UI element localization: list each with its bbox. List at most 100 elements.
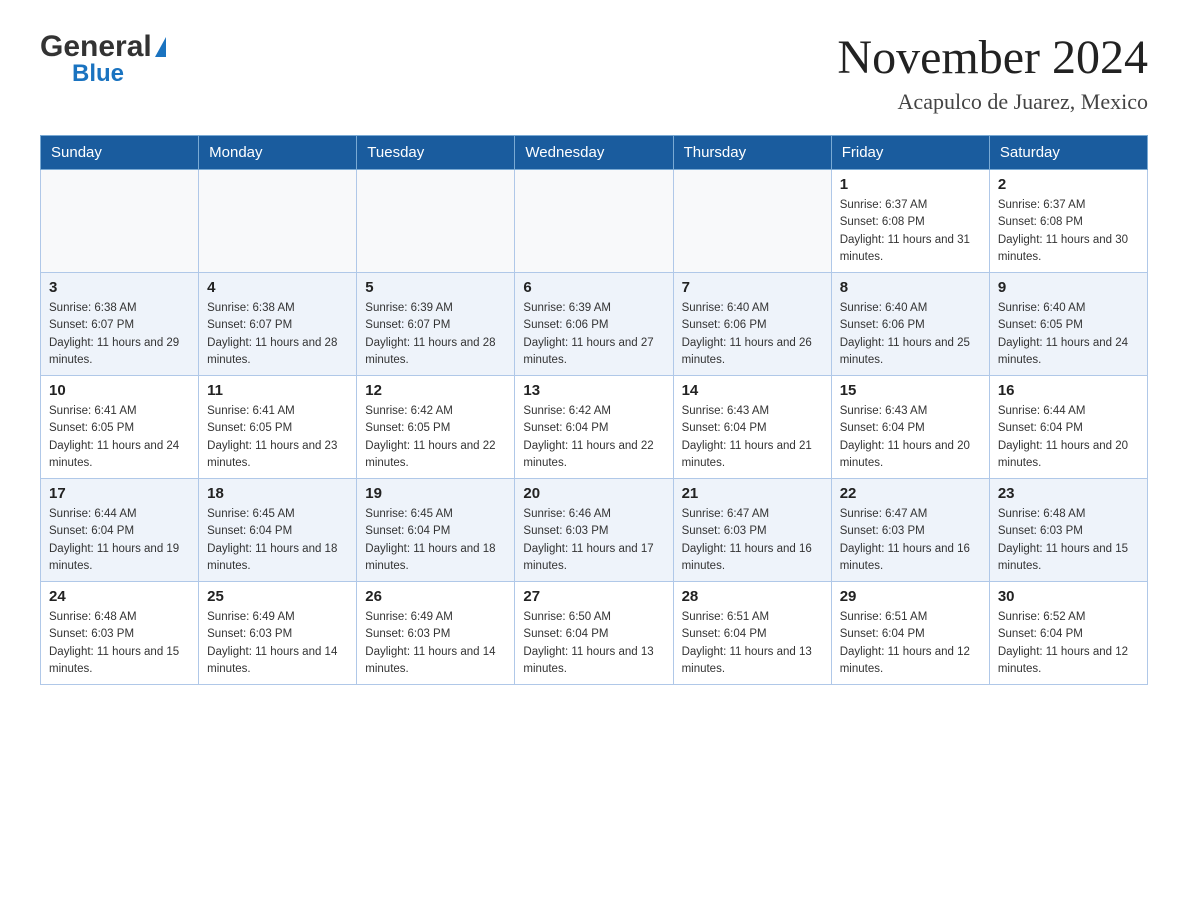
day-info: Sunrise: 6:38 AM Sunset: 6:07 PM Dayligh… xyxy=(49,300,190,369)
day-info: Sunrise: 6:37 AM Sunset: 6:08 PM Dayligh… xyxy=(998,197,1139,266)
table-row: 2 Sunrise: 6:37 AM Sunset: 6:08 PM Daylig… xyxy=(989,170,1147,273)
day-info: Sunrise: 6:40 AM Sunset: 6:05 PM Dayligh… xyxy=(998,300,1139,369)
table-row: 19 Sunrise: 6:45 AM Sunset: 6:04 PM Dayli… xyxy=(357,479,515,582)
table-row: 24 Sunrise: 6:48 AM Sunset: 6:03 PM Dayli… xyxy=(41,582,199,685)
table-row: 23Sunrise: 6:48 AM Sunset: 6:03 PM Dayli… xyxy=(989,479,1147,582)
day-number: 9 xyxy=(998,279,1139,296)
day-info: Sunrise: 6:51 AM Sunset: 6:04 PM Dayligh… xyxy=(682,609,823,678)
day-info: Sunrise: 6:44 AM Sunset: 6:04 PM Dayligh… xyxy=(49,506,190,575)
day-info: Sunrise: 6:45 AM Sunset: 6:04 PM Dayligh… xyxy=(365,506,506,575)
day-number: 25 xyxy=(207,588,348,605)
day-number: 16 xyxy=(998,382,1139,399)
calendar-table: Sunday Monday Tuesday Wednesday Thursday… xyxy=(40,135,1148,685)
day-number: 26 xyxy=(365,588,506,605)
day-number: 12 xyxy=(365,382,506,399)
day-number: 1 xyxy=(840,176,981,193)
day-number: 8 xyxy=(840,279,981,296)
calendar-week-row: 17 Sunrise: 6:44 AM Sunset: 6:04 PM Dayli… xyxy=(41,479,1148,582)
day-number: 17 xyxy=(49,485,190,502)
day-info: Sunrise: 6:43 AM Sunset: 6:04 PM Dayligh… xyxy=(840,403,981,472)
day-number: 18 xyxy=(207,485,348,502)
day-number: 7 xyxy=(682,279,823,296)
table-row xyxy=(673,170,831,273)
table-row: 20Sunrise: 6:46 AM Sunset: 6:03 PM Dayli… xyxy=(515,479,673,582)
table-row: 10Sunrise: 6:41 AM Sunset: 6:05 PM Dayli… xyxy=(41,376,199,479)
day-info: Sunrise: 6:44 AM Sunset: 6:04 PM Dayligh… xyxy=(998,403,1139,472)
day-info: Sunrise: 6:41 AM Sunset: 6:05 PM Dayligh… xyxy=(49,403,190,472)
day-info: Sunrise: 6:52 AM Sunset: 6:04 PM Dayligh… xyxy=(998,609,1139,678)
table-row: 4Sunrise: 6:38 AM Sunset: 6:07 PM Daylig… xyxy=(199,273,357,376)
day-number: 23 xyxy=(998,485,1139,502)
day-number: 5 xyxy=(365,279,506,296)
table-row: 8 Sunrise: 6:40 AM Sunset: 6:06 PM Daylig… xyxy=(831,273,989,376)
day-info: Sunrise: 6:42 AM Sunset: 6:05 PM Dayligh… xyxy=(365,403,506,472)
day-number: 22 xyxy=(840,485,981,502)
col-friday: Friday xyxy=(831,136,989,170)
day-info: Sunrise: 6:41 AM Sunset: 6:05 PM Dayligh… xyxy=(207,403,348,472)
day-info: Sunrise: 6:39 AM Sunset: 6:07 PM Dayligh… xyxy=(365,300,506,369)
table-row: 1 Sunrise: 6:37 AM Sunset: 6:08 PM Daylig… xyxy=(831,170,989,273)
table-row: 29 Sunrise: 6:51 AM Sunset: 6:04 PM Dayli… xyxy=(831,582,989,685)
day-number: 6 xyxy=(523,279,664,296)
table-row: 28Sunrise: 6:51 AM Sunset: 6:04 PM Dayli… xyxy=(673,582,831,685)
table-row: 26 Sunrise: 6:49 AM Sunset: 6:03 PM Dayli… xyxy=(357,582,515,685)
table-row: 18 Sunrise: 6:45 AM Sunset: 6:04 PM Dayli… xyxy=(199,479,357,582)
day-info: Sunrise: 6:40 AM Sunset: 6:06 PM Dayligh… xyxy=(682,300,823,369)
calendar-week-row: 3 Sunrise: 6:38 AM Sunset: 6:07 PM Daylig… xyxy=(41,273,1148,376)
day-number: 14 xyxy=(682,382,823,399)
table-row: 21Sunrise: 6:47 AM Sunset: 6:03 PM Dayli… xyxy=(673,479,831,582)
table-row xyxy=(41,170,199,273)
day-number: 2 xyxy=(998,176,1139,193)
day-info: Sunrise: 6:37 AM Sunset: 6:08 PM Dayligh… xyxy=(840,197,981,266)
calendar-header-row: Sunday Monday Tuesday Wednesday Thursday… xyxy=(41,136,1148,170)
day-info: Sunrise: 6:51 AM Sunset: 6:04 PM Dayligh… xyxy=(840,609,981,678)
day-info: Sunrise: 6:43 AM Sunset: 6:04 PM Dayligh… xyxy=(682,403,823,472)
col-wednesday: Wednesday xyxy=(515,136,673,170)
day-number: 29 xyxy=(840,588,981,605)
day-number: 3 xyxy=(49,279,190,296)
day-info: Sunrise: 6:38 AM Sunset: 6:07 PM Dayligh… xyxy=(207,300,348,369)
calendar-week-row: 1 Sunrise: 6:37 AM Sunset: 6:08 PM Daylig… xyxy=(41,170,1148,273)
table-row: 14 Sunrise: 6:43 AM Sunset: 6:04 PM Dayli… xyxy=(673,376,831,479)
day-number: 21 xyxy=(682,485,823,502)
col-sunday: Sunday xyxy=(41,136,199,170)
day-number: 19 xyxy=(365,485,506,502)
table-row: 9 Sunrise: 6:40 AM Sunset: 6:05 PM Daylig… xyxy=(989,273,1147,376)
table-row: 3 Sunrise: 6:38 AM Sunset: 6:07 PM Daylig… xyxy=(41,273,199,376)
table-row: 22 Sunrise: 6:47 AM Sunset: 6:03 PM Dayli… xyxy=(831,479,989,582)
col-saturday: Saturday xyxy=(989,136,1147,170)
day-info: Sunrise: 6:50 AM Sunset: 6:04 PM Dayligh… xyxy=(523,609,664,678)
table-row: 12 Sunrise: 6:42 AM Sunset: 6:05 PM Dayli… xyxy=(357,376,515,479)
table-row: 11 Sunrise: 6:41 AM Sunset: 6:05 PM Dayli… xyxy=(199,376,357,479)
day-info: Sunrise: 6:45 AM Sunset: 6:04 PM Dayligh… xyxy=(207,506,348,575)
day-number: 30 xyxy=(998,588,1139,605)
table-row: 15 Sunrise: 6:43 AM Sunset: 6:04 PM Dayli… xyxy=(831,376,989,479)
table-row: 7 Sunrise: 6:40 AM Sunset: 6:06 PM Daylig… xyxy=(673,273,831,376)
table-row xyxy=(515,170,673,273)
table-row xyxy=(357,170,515,273)
day-info: Sunrise: 6:49 AM Sunset: 6:03 PM Dayligh… xyxy=(365,609,506,678)
table-row: 13Sunrise: 6:42 AM Sunset: 6:04 PM Dayli… xyxy=(515,376,673,479)
day-info: Sunrise: 6:47 AM Sunset: 6:03 PM Dayligh… xyxy=(840,506,981,575)
month-title: November 2024 xyxy=(837,30,1148,85)
table-row: 5 Sunrise: 6:39 AM Sunset: 6:07 PM Daylig… xyxy=(357,273,515,376)
day-info: Sunrise: 6:40 AM Sunset: 6:06 PM Dayligh… xyxy=(840,300,981,369)
day-number: 15 xyxy=(840,382,981,399)
day-number: 27 xyxy=(523,588,664,605)
day-info: Sunrise: 6:48 AM Sunset: 6:03 PM Dayligh… xyxy=(49,609,190,678)
day-number: 24 xyxy=(49,588,190,605)
calendar-week-row: 24 Sunrise: 6:48 AM Sunset: 6:03 PM Dayli… xyxy=(41,582,1148,685)
logo-general-text: General xyxy=(40,30,152,64)
day-info: Sunrise: 6:49 AM Sunset: 6:03 PM Dayligh… xyxy=(207,609,348,678)
calendar-week-row: 10Sunrise: 6:41 AM Sunset: 6:05 PM Dayli… xyxy=(41,376,1148,479)
day-info: Sunrise: 6:39 AM Sunset: 6:06 PM Dayligh… xyxy=(523,300,664,369)
table-row: 16 Sunrise: 6:44 AM Sunset: 6:04 PM Dayli… xyxy=(989,376,1147,479)
location-subtitle: Acapulco de Juarez, Mexico xyxy=(837,89,1148,115)
page-header: General Blue November 2024 Acapulco de J… xyxy=(40,30,1148,115)
logo-triangle-icon xyxy=(155,37,166,57)
day-number: 11 xyxy=(207,382,348,399)
table-row: 25 Sunrise: 6:49 AM Sunset: 6:03 PM Dayli… xyxy=(199,582,357,685)
table-row: 17 Sunrise: 6:44 AM Sunset: 6:04 PM Dayli… xyxy=(41,479,199,582)
table-row xyxy=(199,170,357,273)
day-number: 20 xyxy=(523,485,664,502)
